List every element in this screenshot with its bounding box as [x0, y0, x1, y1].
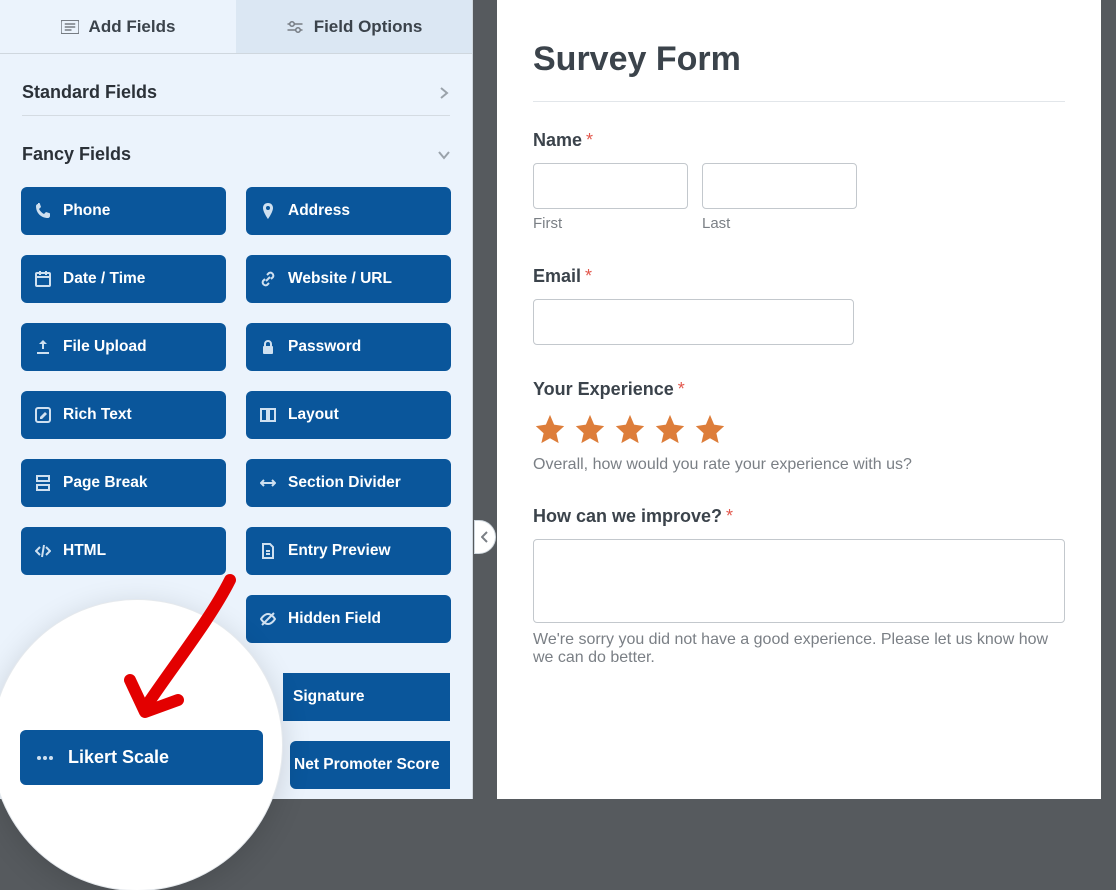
input-last-name[interactable]	[702, 163, 857, 209]
fancy-fields-grid: Phone Address Date / Time Website / URL …	[0, 181, 472, 643]
required-marker: *	[678, 379, 685, 399]
form-title: Survey Form	[533, 40, 1065, 79]
tab-add-fields[interactable]: Add Fields	[0, 0, 236, 53]
field-label: Section Divider	[288, 474, 401, 492]
field-label: Entry Preview	[288, 542, 391, 560]
sublabel-first: First	[533, 215, 688, 232]
field-section-divider[interactable]: Section Divider	[246, 459, 451, 507]
eye-slash-icon	[260, 611, 276, 627]
field-label: Website / URL	[288, 270, 392, 288]
columns-icon	[260, 407, 276, 423]
field-label: Layout	[288, 406, 339, 424]
help-improve: We're sorry you did not have a good expe…	[533, 631, 1065, 667]
field-page-break[interactable]: Page Break	[21, 459, 226, 507]
collapse-sidebar-handle[interactable]	[474, 520, 496, 554]
section-fancy-fields: Fancy Fields	[0, 116, 472, 181]
input-improve[interactable]	[533, 539, 1065, 623]
calendar-icon	[35, 271, 51, 287]
field-website-url[interactable]: Website / URL	[246, 255, 451, 303]
chevron-right-icon	[438, 87, 450, 99]
tabs: Add Fields Field Options	[0, 0, 472, 54]
sublabel-last: Last	[702, 215, 857, 232]
field-label: Phone	[63, 202, 110, 220]
field-phone[interactable]: Phone	[21, 187, 226, 235]
field-label: Rich Text	[63, 406, 132, 424]
star-icon[interactable]	[693, 412, 727, 446]
field-label: Hidden Field	[288, 610, 381, 628]
label-improve: How can we improve?*	[533, 506, 1065, 527]
lock-icon	[260, 339, 276, 355]
field-likert-scale[interactable]: Likert Scale	[20, 730, 263, 785]
field-password[interactable]: Password	[246, 323, 451, 371]
field-date-time[interactable]: Date / Time	[21, 255, 226, 303]
section-header-standard[interactable]: Standard Fields	[22, 70, 450, 116]
section-title: Fancy Fields	[22, 144, 131, 165]
section-title: Standard Fields	[22, 82, 157, 103]
field-label: File Upload	[63, 338, 147, 356]
form-preview: Survey Form Name* First Last Email* Your…	[497, 0, 1101, 799]
section-header-fancy[interactable]: Fancy Fields	[22, 132, 450, 177]
form-icon	[61, 20, 79, 34]
field-entry-preview[interactable]: Entry Preview	[246, 527, 451, 575]
field-label: Net Promoter Score	[294, 756, 440, 774]
star-icon[interactable]	[573, 412, 607, 446]
phone-icon	[35, 203, 51, 219]
field-label: Address	[288, 202, 350, 220]
pagebreak-icon	[35, 475, 51, 491]
star-icon[interactable]	[533, 412, 567, 446]
required-marker: *	[586, 130, 593, 150]
field-file-upload[interactable]: File Upload	[21, 323, 226, 371]
field-label: Likert Scale	[68, 747, 169, 768]
input-first-name[interactable]	[533, 163, 688, 209]
upload-icon	[35, 339, 51, 355]
star-icon[interactable]	[653, 412, 687, 446]
field-label: Signature	[293, 688, 364, 706]
field-layout[interactable]: Layout	[246, 391, 451, 439]
link-icon	[260, 271, 276, 287]
star-icon[interactable]	[613, 412, 647, 446]
field-address[interactable]: Address	[246, 187, 451, 235]
field-net-promoter-score[interactable]: Net Promoter Score	[290, 741, 450, 789]
divider	[533, 101, 1065, 102]
ellipsis-icon	[36, 755, 54, 761]
input-email[interactable]	[533, 299, 854, 345]
file-icon	[260, 543, 276, 559]
field-html[interactable]: HTML	[21, 527, 226, 575]
tab-label: Field Options	[314, 17, 423, 37]
star-rating[interactable]	[533, 412, 1065, 446]
required-marker: *	[585, 266, 592, 286]
divider-icon	[260, 475, 276, 491]
field-signature[interactable]: Signature	[283, 673, 450, 721]
field-hidden-field[interactable]: Hidden Field	[246, 595, 451, 643]
section-standard-fields: Standard Fields	[0, 54, 472, 116]
chevron-down-icon	[438, 149, 450, 161]
tab-label: Add Fields	[89, 17, 176, 37]
map-marker-icon	[260, 203, 276, 219]
sliders-icon	[286, 20, 304, 34]
code-icon	[35, 543, 51, 559]
field-label: Page Break	[63, 474, 147, 492]
tab-field-options[interactable]: Field Options	[236, 0, 472, 53]
label-experience: Your Experience*	[533, 379, 1065, 400]
field-label: Password	[288, 338, 361, 356]
required-marker: *	[726, 506, 733, 526]
field-rich-text[interactable]: Rich Text	[21, 391, 226, 439]
field-label: Date / Time	[63, 270, 145, 288]
chevron-left-icon	[481, 531, 489, 543]
help-experience: Overall, how would you rate your experie…	[533, 456, 1065, 474]
label-name: Name*	[533, 130, 1065, 151]
edit-icon	[35, 407, 51, 423]
label-email: Email*	[533, 266, 1065, 287]
field-label: HTML	[63, 542, 106, 560]
